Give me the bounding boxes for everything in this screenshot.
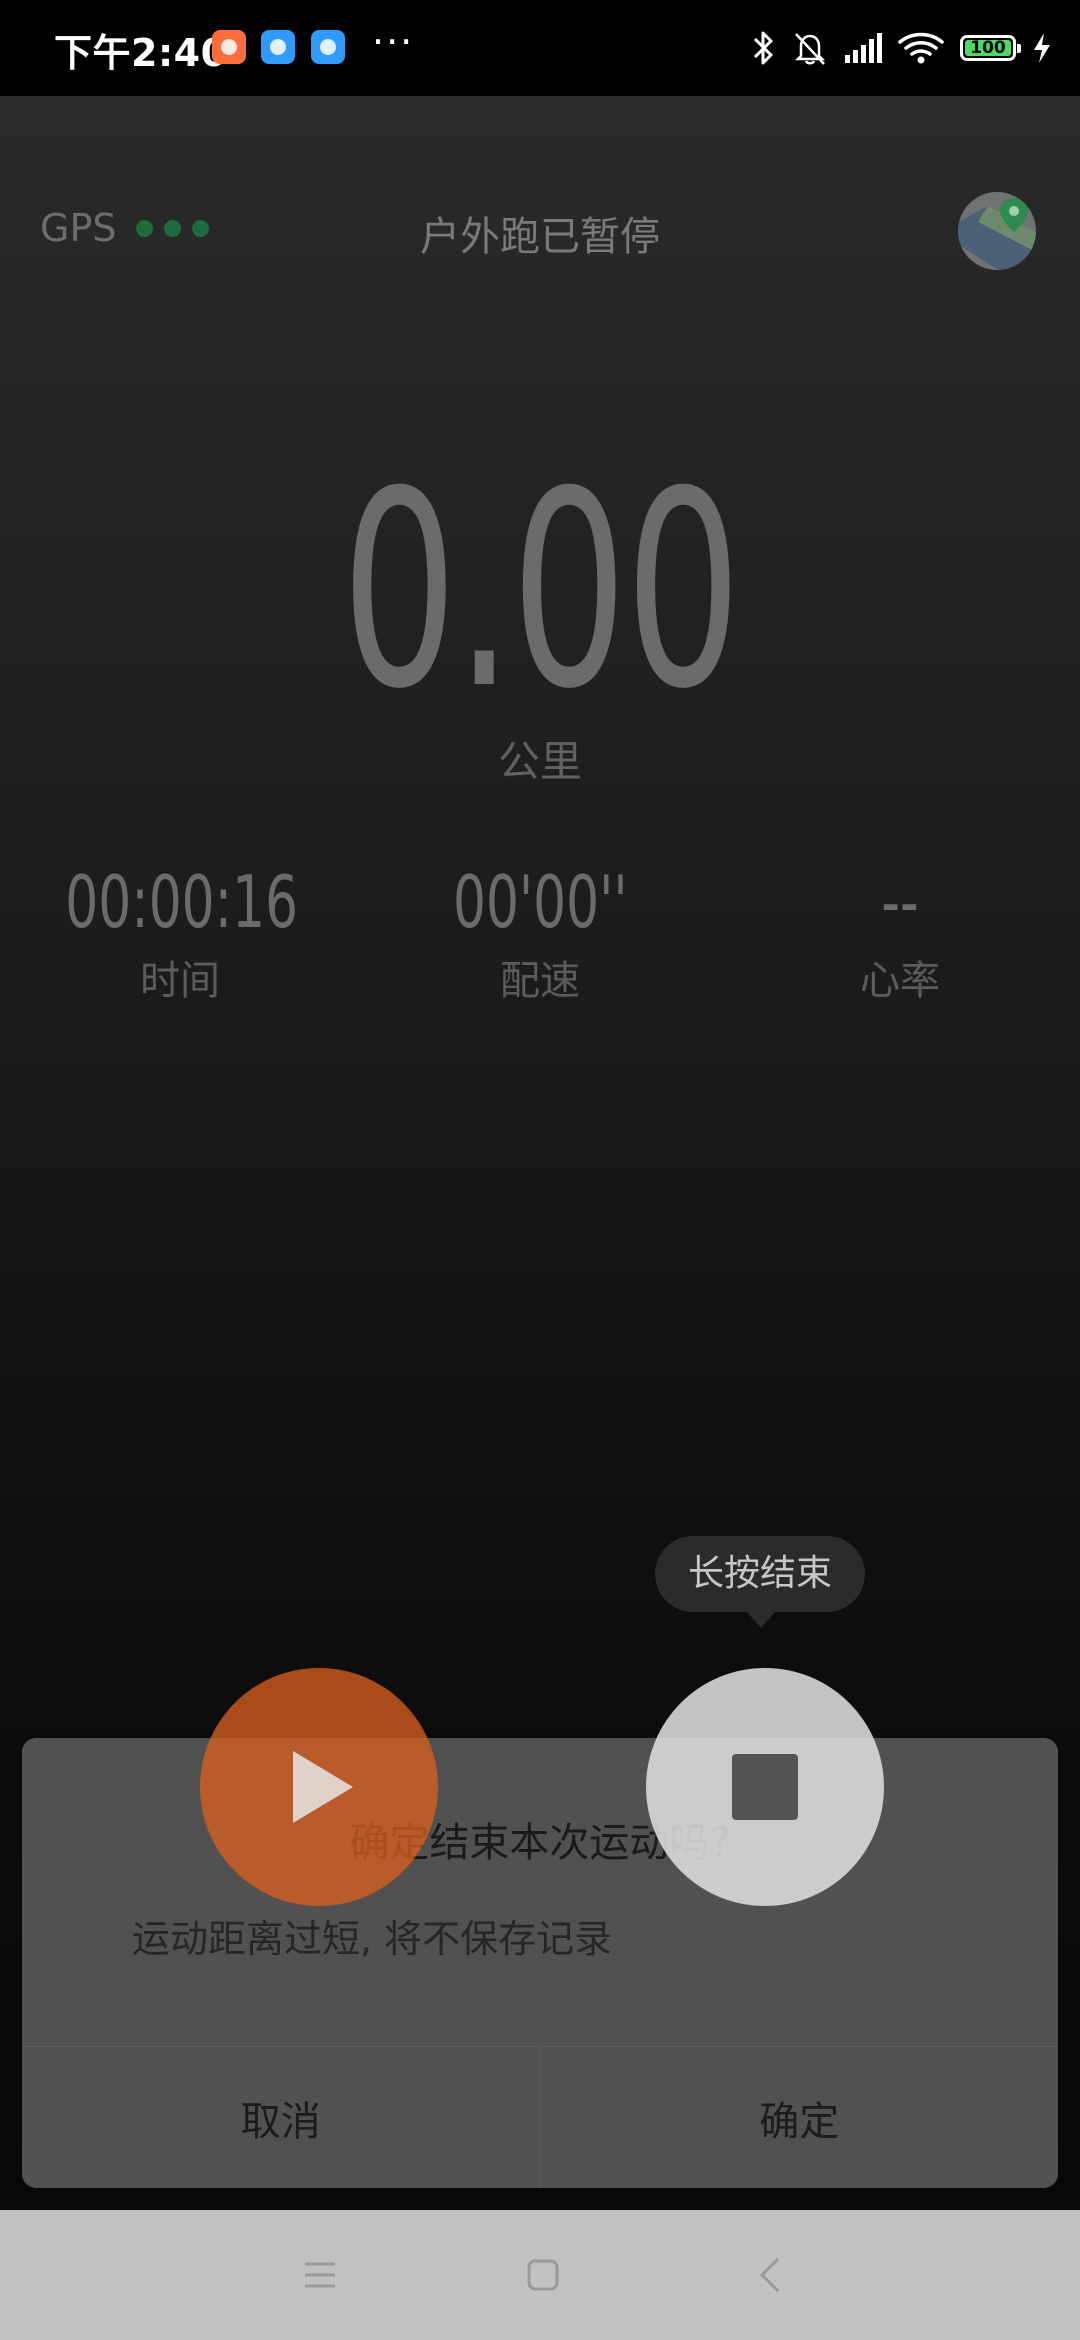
- nav-menu-button[interactable]: [285, 2240, 355, 2310]
- app-icon-blue: [261, 30, 295, 64]
- system-status-icons: 100: [751, 28, 1052, 68]
- battery-level: 100: [965, 40, 1011, 57]
- stat-heart-rate-value: --: [881, 860, 919, 944]
- dialog-title: 确定结束本次运动吗?: [349, 1820, 731, 1866]
- mute-bell-icon: [794, 33, 826, 65]
- play-icon: [293, 1751, 353, 1823]
- navigation-bar: [0, 2210, 1080, 2340]
- map-pin-icon: [958, 198, 1036, 270]
- nav-home-button[interactable]: [508, 2240, 578, 2310]
- wifi-icon: [898, 32, 944, 64]
- stat-heart-rate-label: 心率: [860, 958, 940, 1004]
- map-button[interactable]: [958, 192, 1036, 270]
- bluetooth-icon: [753, 31, 773, 65]
- cancel-button[interactable]: 取消: [22, 2047, 541, 2188]
- more-notifications-icon: ···: [372, 20, 415, 64]
- charging-icon: [1034, 33, 1050, 63]
- menu-icon: [305, 2262, 335, 2288]
- battery-icon: 100: [960, 35, 1021, 61]
- stat-time-label: 时间: [140, 958, 220, 1004]
- page-title: 户外跑已暂停: [420, 214, 660, 260]
- status-time: 下午2:40: [54, 31, 228, 75]
- back-icon: [759, 2257, 780, 2293]
- stat-time-value: 00:00:16: [65, 860, 299, 944]
- stat-pace-value: 00'00'': [452, 860, 628, 944]
- dialog-actions: 取消 确定: [22, 2046, 1058, 2188]
- app-icon-orange: [212, 30, 246, 64]
- resume-button[interactable]: [200, 1668, 438, 1906]
- confirm-button[interactable]: 确定: [541, 2047, 1059, 2188]
- status-bar: 下午2:40 ··· 100: [0, 0, 1080, 96]
- stat-heart-rate: -- 心率: [740, 866, 1060, 1006]
- end-workout-dialog: 确定结束本次运动吗? 运动距离过短, 将不保存记录 取消 确定: [22, 1738, 1058, 2188]
- screen: 下午2:40 ··· 100 GPS 户外跑已暂停 0.00 公里 00:00:…: [0, 0, 1080, 2340]
- stop-icon: [732, 1754, 798, 1820]
- app-icon-blue: [311, 30, 345, 64]
- signal-icon: [845, 33, 882, 63]
- long-press-tooltip: 长按结束: [655, 1536, 865, 1628]
- stat-time: 00:00:16 时间: [20, 866, 340, 1006]
- stat-pace: 00'00'' 配速: [380, 866, 700, 1006]
- nav-back-button[interactable]: [735, 2240, 805, 2310]
- dialog-message: 运动距离过短, 将不保存记录: [132, 1917, 613, 1961]
- stat-pace-label: 配速: [500, 958, 580, 1004]
- distance-value: 0.00: [341, 433, 742, 748]
- distance-unit: 公里: [497, 737, 582, 786]
- home-icon: [527, 2259, 559, 2291]
- stop-button[interactable]: [646, 1668, 884, 1906]
